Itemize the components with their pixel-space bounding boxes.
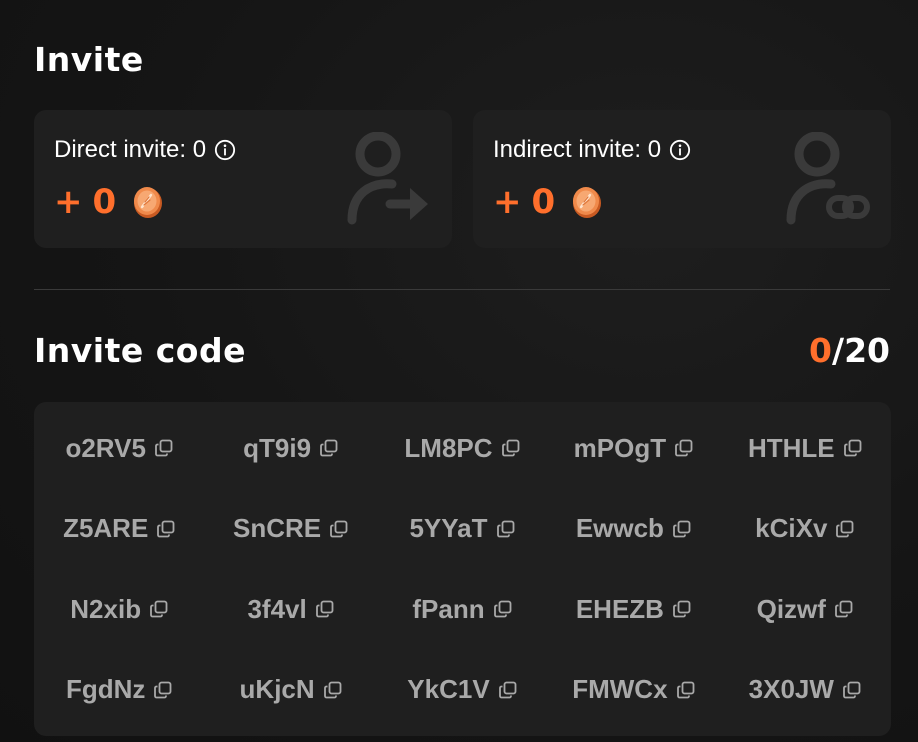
user-arrow-icon bbox=[347, 132, 428, 225]
copy-icon[interactable] bbox=[493, 599, 513, 619]
invite-code-item[interactable]: FMWCx bbox=[548, 650, 719, 731]
copy-icon[interactable] bbox=[496, 519, 516, 539]
invite-code-item[interactable]: 5YYaT bbox=[377, 489, 548, 570]
invite-code-text: LM8PC bbox=[404, 432, 493, 463]
coin-icon bbox=[573, 187, 602, 218]
invite-code-title: Invite code bbox=[34, 331, 246, 370]
invite-code-grid: o2RV5 qT9i9 LM8PC mPOgT HTHLE Z5ARE SnCRE 5YYaT… bbox=[34, 402, 891, 736]
copy-icon[interactable] bbox=[834, 599, 854, 619]
invite-code-item[interactable]: qT9i9 bbox=[205, 408, 376, 489]
invite-code-text: YkC1V bbox=[407, 674, 490, 705]
invite-code-item[interactable]: LM8PC bbox=[377, 408, 548, 489]
invite-code-text: HTHLE bbox=[747, 432, 835, 463]
invite-code-item[interactable]: SnCRE bbox=[205, 489, 376, 570]
invite-code-item[interactable]: HTHLE bbox=[720, 408, 891, 489]
copy-icon[interactable] bbox=[153, 680, 173, 700]
invite-code-item[interactable]: N2xib bbox=[34, 569, 205, 650]
direct-invite-label-row: Direct invite: 0 bbox=[54, 136, 236, 164]
invite-code-item[interactable]: 3X0JW bbox=[720, 650, 891, 731]
invite-code-panel: o2RV5 qT9i9 LM8PC mPOgT HTHLE Z5ARE SnCRE 5YYaT… bbox=[34, 402, 891, 736]
direct-invite-label: Direct invite: 0 bbox=[54, 136, 207, 163]
invite-code-item[interactable]: 3f4vl bbox=[205, 569, 376, 650]
copy-icon[interactable] bbox=[672, 519, 692, 539]
invite-code-item[interactable]: EHEZB bbox=[548, 569, 719, 650]
copy-icon[interactable] bbox=[315, 599, 335, 619]
invite-code-text: fPann bbox=[412, 593, 485, 624]
copy-icon[interactable] bbox=[843, 438, 863, 458]
invite-code-text: mPOgT bbox=[573, 432, 667, 463]
invite-code-text: kCiXv bbox=[755, 513, 828, 544]
invite-title: Invite bbox=[34, 40, 144, 79]
invite-code-item[interactable]: uKjcN bbox=[205, 650, 376, 731]
invite-code-text: SnCRE bbox=[233, 513, 322, 544]
invite-code-item[interactable]: YkC1V bbox=[377, 650, 548, 731]
reward-plus-sign: + bbox=[54, 182, 83, 222]
reward-plus-sign: + bbox=[493, 182, 522, 222]
invite-code-text: qT9i9 bbox=[243, 432, 312, 463]
copy-icon[interactable] bbox=[149, 599, 169, 619]
invite-code-item[interactable]: kCiXv bbox=[720, 489, 891, 570]
copy-icon[interactable] bbox=[672, 599, 692, 619]
invite-code-text: Ewwcb bbox=[575, 513, 664, 544]
copy-icon[interactable] bbox=[501, 438, 521, 458]
invite-code-text: N2xib bbox=[70, 593, 142, 624]
indirect-invite-reward-value: 0 bbox=[531, 182, 556, 222]
user-link-icon bbox=[786, 132, 870, 225]
coin-icon bbox=[134, 187, 163, 218]
copy-icon[interactable] bbox=[319, 438, 339, 458]
copy-icon[interactable] bbox=[835, 519, 855, 539]
indirect-invite-label: Indirect invite: 0 bbox=[493, 136, 662, 163]
info-icon[interactable] bbox=[214, 139, 236, 161]
invite-code-text: 3f4vl bbox=[247, 593, 307, 624]
invite-code-text: o2RV5 bbox=[65, 432, 146, 463]
invite-code-text: Z5ARE bbox=[63, 513, 149, 544]
invite-code-text: FgdNz bbox=[65, 674, 146, 705]
invite-code-item[interactable]: Qizwf bbox=[720, 569, 891, 650]
invite-code-count: 0/20 bbox=[809, 331, 890, 370]
invite-code-item[interactable]: mPOgT bbox=[548, 408, 719, 489]
invite-code-item[interactable]: Ewwcb bbox=[548, 489, 719, 570]
direct-invite-reward-value: 0 bbox=[92, 182, 117, 222]
copy-icon[interactable] bbox=[674, 438, 694, 458]
invite-code-text: EHEZB bbox=[575, 593, 664, 624]
copy-icon[interactable] bbox=[156, 519, 176, 539]
invite-code-text: FMWCx bbox=[572, 674, 668, 705]
invite-code-text: 3X0JW bbox=[748, 674, 834, 705]
copy-icon[interactable] bbox=[842, 680, 862, 700]
invite-code-item[interactable]: FgdNz bbox=[34, 650, 205, 731]
invite-code-item[interactable]: Z5ARE bbox=[34, 489, 205, 570]
invite-code-text: uKjcN bbox=[239, 674, 315, 705]
copy-icon[interactable] bbox=[323, 680, 343, 700]
indirect-invite-label-row: Indirect invite: 0 bbox=[493, 136, 691, 164]
invite-code-total-count: 20 bbox=[844, 331, 890, 370]
invite-code-text: Qizwf bbox=[756, 593, 826, 624]
indirect-invite-card: Indirect invite: 0 + 0 bbox=[473, 110, 891, 248]
indirect-invite-reward: + 0 bbox=[493, 182, 605, 222]
invite-code-used-count: 0 bbox=[809, 331, 832, 370]
invite-code-item[interactable]: o2RV5 bbox=[34, 408, 205, 489]
invite-code-text: 5YYaT bbox=[409, 513, 488, 544]
invite-code-count-separator: / bbox=[832, 331, 845, 370]
direct-invite-card: Direct invite: 0 + 0 bbox=[34, 110, 452, 248]
invite-code-item[interactable]: fPann bbox=[377, 569, 548, 650]
copy-icon[interactable] bbox=[498, 680, 518, 700]
copy-icon[interactable] bbox=[676, 680, 696, 700]
direct-invite-reward: + 0 bbox=[54, 182, 166, 222]
info-icon[interactable] bbox=[669, 139, 691, 161]
copy-icon[interactable] bbox=[329, 519, 349, 539]
section-divider bbox=[34, 289, 890, 290]
copy-icon[interactable] bbox=[154, 438, 174, 458]
